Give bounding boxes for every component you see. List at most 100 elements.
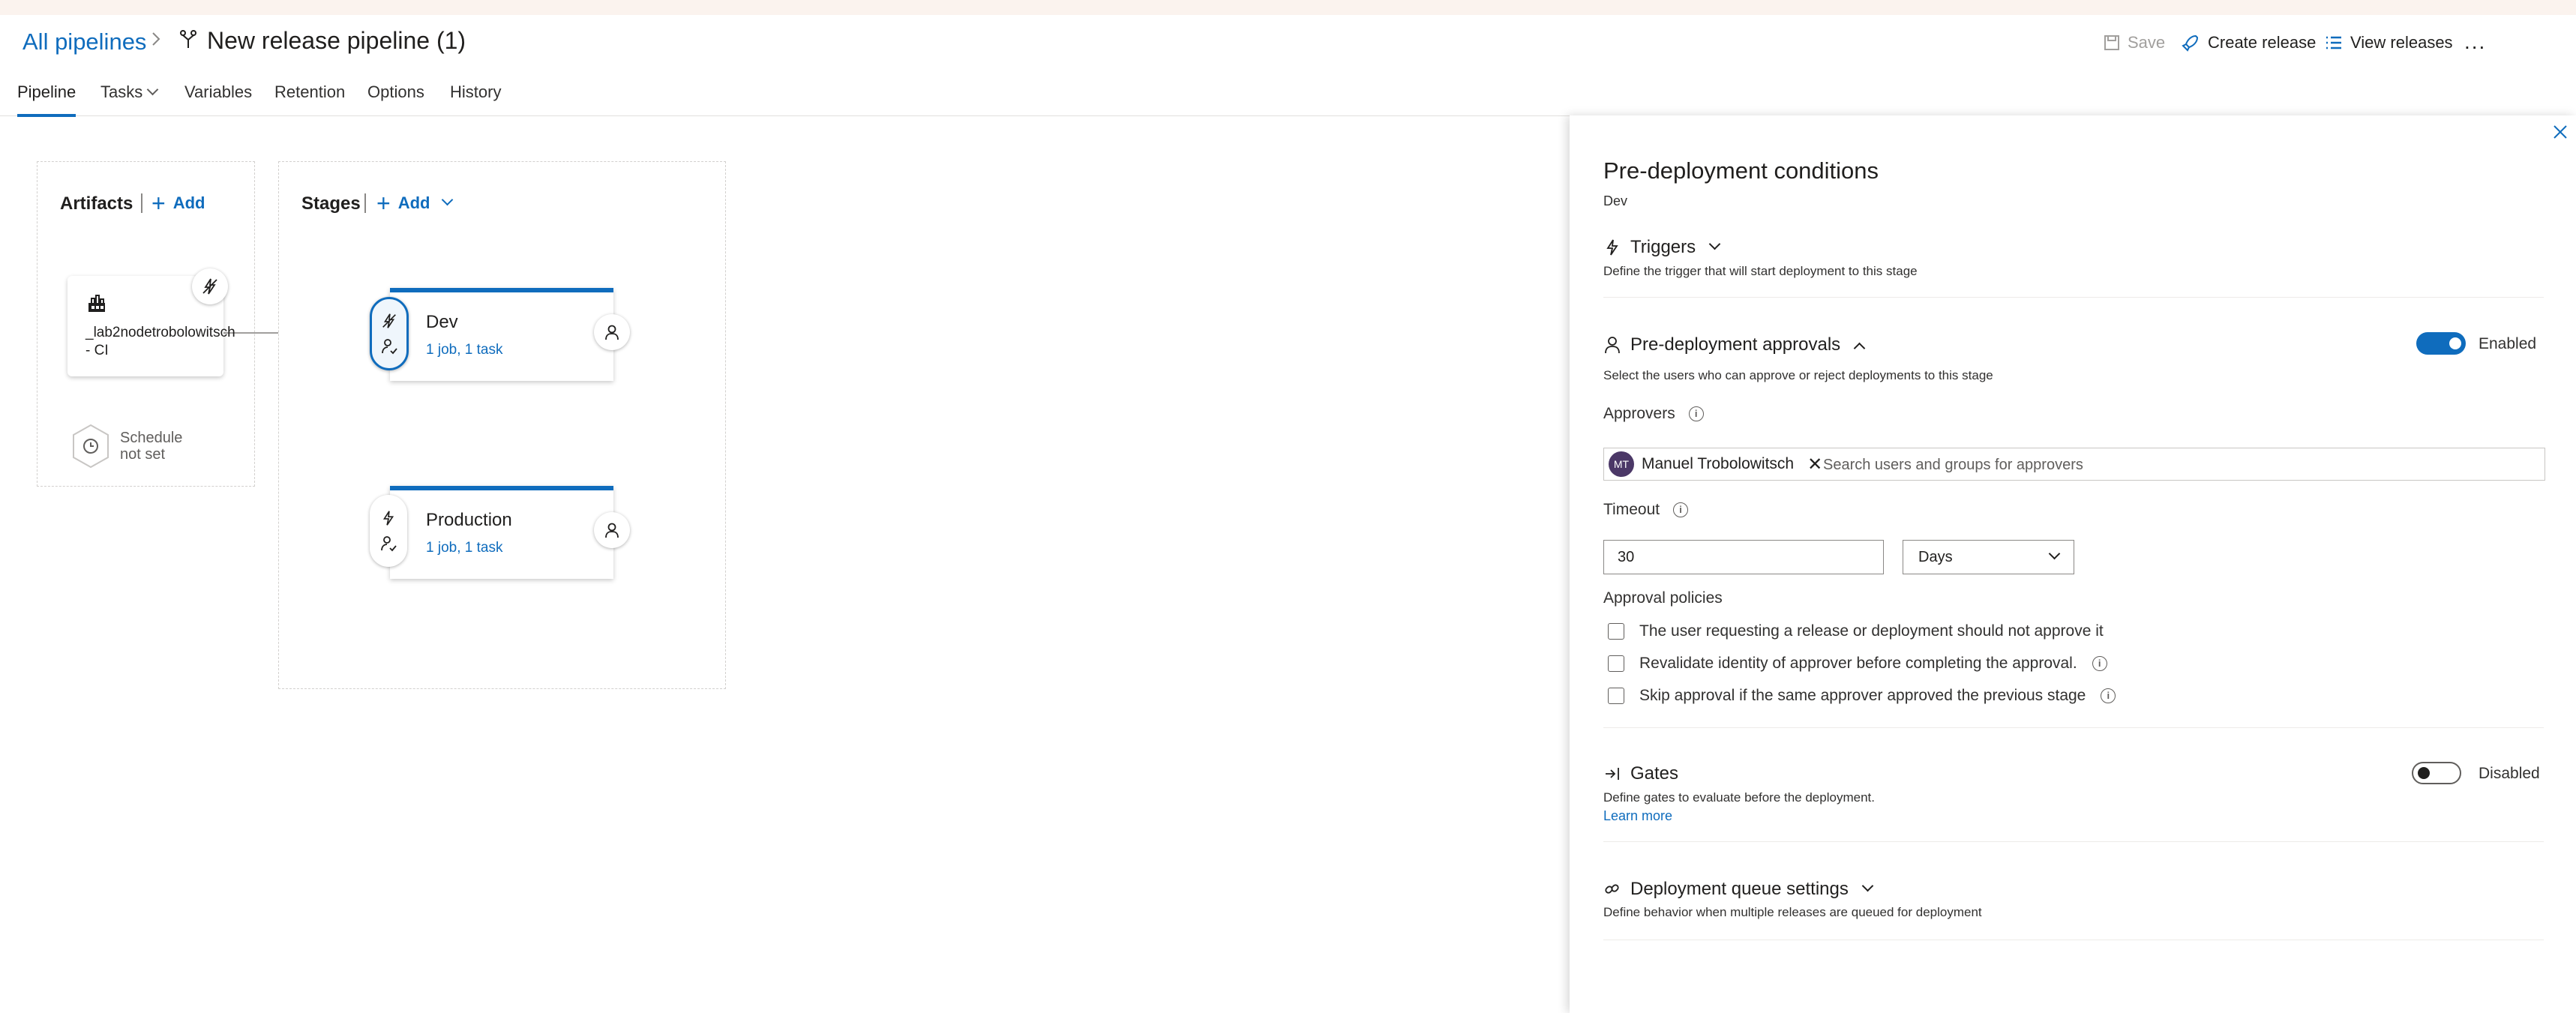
gates-toggle-label: Disabled <box>2479 765 2540 782</box>
chevron-up-icon <box>1853 342 1866 354</box>
approver-icon <box>382 339 397 355</box>
create-release-label: Create release <box>2208 33 2317 52</box>
schedule-line1: Schedule <box>120 430 183 446</box>
person-icon <box>605 325 619 340</box>
tab-retention[interactable]: Retention <box>274 82 345 115</box>
tab-tasks[interactable]: Tasks <box>100 82 159 115</box>
chevron-right-icon <box>152 32 160 46</box>
add-artifact-button[interactable]: + Add <box>151 190 205 217</box>
triggers-description: Define the trigger that will start deplo… <box>1603 264 1918 278</box>
timeout-label: Timeout i <box>1603 501 1689 519</box>
plus-icon: + <box>151 190 166 217</box>
stage-summary-link[interactable]: 1 job, 1 task <box>426 540 502 556</box>
add-stage-label: Add <box>397 193 430 212</box>
remove-approver-icon[interactable]: ✕ <box>1807 454 1822 475</box>
gates-toggle[interactable] <box>2412 762 2461 784</box>
queue-settings-section-header[interactable]: Deployment queue settings <box>1603 879 1874 900</box>
save-button[interactable]: Save <box>2104 33 2165 52</box>
chevron-down-icon <box>442 193 454 205</box>
pipeline-title: New release pipeline (1) <box>207 27 466 54</box>
approver-name: Manuel Trobolowitsch <box>1642 455 1795 472</box>
release-pipeline-icon <box>180 30 196 48</box>
continuous-deployment-trigger-button[interactable] <box>192 268 228 304</box>
triggers-section-header[interactable]: Triggers <box>1603 237 1721 258</box>
artifact-name: _lab2nodetrobolowitsch - CI <box>85 325 235 358</box>
policy-row[interactable]: Revalidate identity of approver before c… <box>1608 655 2107 673</box>
breadcrumb-all-pipelines[interactable]: All pipelines <box>22 28 146 55</box>
info-icon[interactable]: i <box>1673 502 1689 517</box>
approver-icon <box>381 536 397 552</box>
person-icon <box>1605 337 1620 354</box>
approvals-label: Pre-deployment approvals <box>1630 334 1841 355</box>
tab-history[interactable]: History <box>450 82 501 115</box>
top-strip <box>0 0 2576 15</box>
divider <box>1603 727 2544 728</box>
chevron-down-icon <box>1708 238 1721 250</box>
approvals-section-header[interactable]: Pre-deployment approvals <box>1603 334 1866 355</box>
divider <box>141 193 142 213</box>
stage-card-production[interactable]: Production 1 job, 1 task <box>390 486 613 579</box>
queue-settings-label: Deployment queue settings <box>1630 879 1849 899</box>
approvers-picker[interactable]: MT Manuel Trobolowitsch ✕ <box>1603 448 2545 481</box>
add-stage-button[interactable]: + Add <box>376 191 454 215</box>
pre-deployment-conditions-button-production[interactable] <box>370 495 407 567</box>
stage-summary-link[interactable]: 1 job, 1 task <box>426 342 502 358</box>
stages-title: Stages <box>301 193 361 214</box>
panel-subtitle: Dev <box>1603 193 1628 208</box>
policy-checkbox[interactable] <box>1608 623 1624 640</box>
divider <box>364 193 366 213</box>
schedule-line2: not set <box>120 446 166 463</box>
lightning-icon <box>382 313 396 328</box>
stage-name: Production <box>426 510 512 530</box>
avatar: MT <box>1609 451 1634 477</box>
tab-variables[interactable]: Variables <box>184 82 252 115</box>
info-icon[interactable]: i <box>1688 406 1704 421</box>
policy-row[interactable]: The user requesting a release or deploym… <box>1608 622 2104 640</box>
schedule-trigger[interactable]: Schedule not set <box>70 423 182 469</box>
gates-description: Define gates to evaluate before the depl… <box>1603 790 1875 805</box>
schedule-clock-icon <box>73 424 109 469</box>
pre-deployment-conditions-button-dev[interactable] <box>370 297 409 370</box>
trigger-icon <box>1606 239 1618 256</box>
approvals-toggle[interactable] <box>2416 332 2466 355</box>
learn-more-link[interactable]: Learn more <box>1603 808 1672 824</box>
person-icon <box>605 523 619 538</box>
chevron-down-icon <box>2048 547 2061 559</box>
policy-row[interactable]: Skip approval if the same approver appro… <box>1608 687 2116 705</box>
close-icon[interactable] <box>2550 121 2571 142</box>
tab-pipeline[interactable]: Pipeline <box>17 82 76 117</box>
build-artifact-icon <box>88 295 105 312</box>
link-icon <box>1605 884 1619 894</box>
policy-checkbox[interactable] <box>1608 688 1624 704</box>
info-icon[interactable]: i <box>2101 688 2116 703</box>
tab-tasks-label: Tasks <box>100 82 143 101</box>
timeout-unit-value: Days <box>1918 548 1953 565</box>
tab-options[interactable]: Options <box>367 82 424 115</box>
info-icon[interactable]: i <box>2092 656 2107 671</box>
post-deployment-conditions-button-production[interactable] <box>594 512 630 548</box>
save-label: Save <box>2128 33 2166 52</box>
approvals-description: Select the users who can approve or reje… <box>1603 368 1993 382</box>
policy-checkbox[interactable] <box>1608 655 1624 672</box>
view-releases-label: View releases <box>2350 33 2453 52</box>
artifacts-title: Artifacts <box>60 193 133 214</box>
stage-name: Dev <box>426 312 458 332</box>
post-deployment-conditions-button-dev[interactable] <box>594 314 630 350</box>
policy-label: Skip approval if the same approver appro… <box>1639 687 2086 704</box>
create-release-button[interactable]: Create release <box>2181 33 2316 52</box>
gates-label: Gates <box>1630 763 1679 784</box>
rocket-icon <box>2182 34 2199 52</box>
divider <box>1603 841 2544 842</box>
approvers-label-text: Approvers <box>1603 405 1675 422</box>
stage-card-dev[interactable]: Dev 1 job, 1 task <box>390 288 613 381</box>
queue-settings-description: Define behavior when multiple releases a… <box>1603 905 1982 919</box>
approver-search-input[interactable] <box>1822 454 2500 476</box>
timeout-label-text: Timeout <box>1603 501 1660 518</box>
timeout-input[interactable] <box>1603 540 1884 574</box>
policy-label: Revalidate identity of approver before c… <box>1639 655 2077 672</box>
view-releases-button[interactable]: View releases <box>2325 33 2453 52</box>
timeout-unit-dropdown[interactable]: Days <box>1903 540 2074 574</box>
gates-section-header[interactable]: Gates <box>1603 763 1678 784</box>
add-artifact-label: Add <box>172 193 205 212</box>
more-options-button[interactable]: ... <box>2464 30 2486 54</box>
